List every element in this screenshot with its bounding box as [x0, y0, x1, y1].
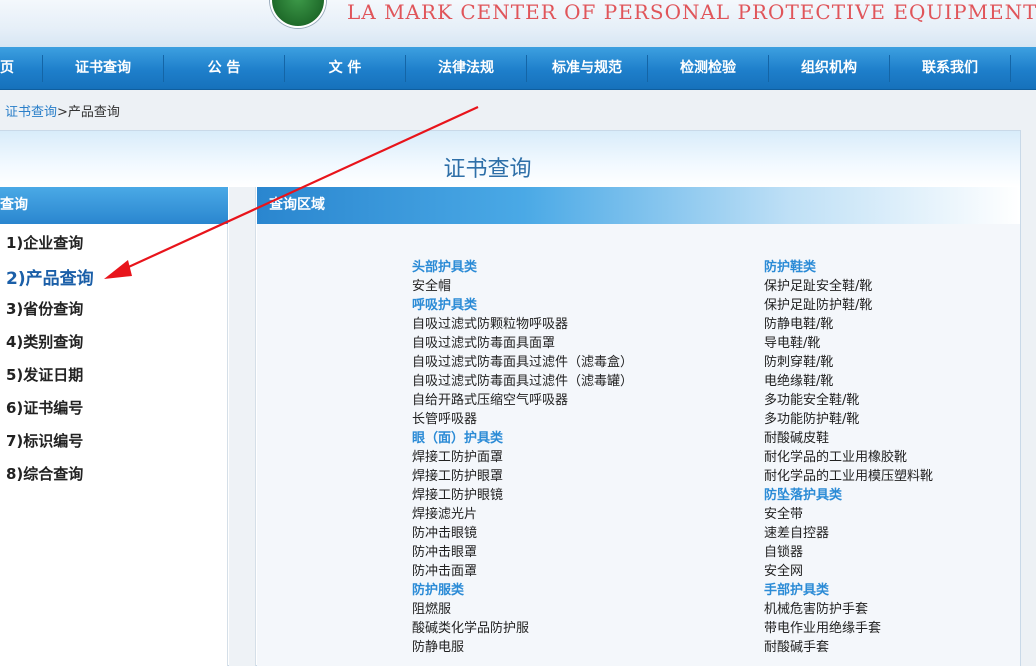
- banner-title: LA MARK CENTER OF PERSONAL PROTECTIVE EQ…: [347, 0, 1036, 24]
- product-link[interactable]: 速差自控器: [764, 524, 829, 543]
- nav-item-documents[interactable]: 文 件: [286, 47, 404, 90]
- product-link[interactable]: 阻燃服: [412, 600, 451, 619]
- product-link[interactable]: 多功能安全鞋/靴: [764, 391, 859, 410]
- nav-item-announcements[interactable]: 公 告: [165, 47, 283, 90]
- nav-separator: [163, 55, 164, 82]
- nav-separator: [284, 55, 285, 82]
- main-navbar: 页 证书查询 公 告 文 件 法律法规 标准与规范 检测检验 组织机构 联系我们: [0, 47, 1036, 90]
- nav-item-organization[interactable]: 组织机构: [770, 47, 888, 90]
- nav-item-testing[interactable]: 检测检验: [649, 47, 767, 90]
- nav-item-standards[interactable]: 标准与规范: [528, 47, 646, 90]
- product-link[interactable]: 安全网: [764, 562, 803, 581]
- shield-logo-icon: [270, 0, 326, 28]
- product-category-heading: 防坠落护具类: [764, 488, 843, 503]
- sidebar-gutter: [229, 187, 256, 666]
- product-category-heading: 防护鞋类: [764, 260, 817, 275]
- sidebar-item-province[interactable]: 3)省份查询: [6, 298, 83, 319]
- product-link[interactable]: 自吸过滤式防颗粒物呼吸器: [412, 315, 568, 334]
- product-link[interactable]: 防冲击眼镜: [412, 524, 477, 543]
- product-link[interactable]: 焊接滤光片: [412, 505, 477, 524]
- product-category-heading: 手部护具类: [764, 583, 830, 598]
- product-link[interactable]: 防冲击面罩: [412, 562, 477, 581]
- panel-header: 证书查询: [0, 131, 1020, 187]
- nav-separator: [1010, 55, 1011, 82]
- query-area: 查询区域: [257, 187, 1020, 666]
- product-link[interactable]: 焊接工防护面罩: [412, 448, 503, 467]
- sidebar-header: 查询: [0, 187, 228, 224]
- product-link[interactable]: 防刺穿鞋/靴: [764, 353, 833, 372]
- product-link[interactable]: 焊接工防护眼镜: [412, 486, 503, 505]
- product-link[interactable]: 保护足趾防护鞋/靴: [764, 296, 872, 315]
- product-link[interactable]: 导电鞋/靴: [764, 334, 820, 353]
- nav-item-certificate[interactable]: 证书查询: [44, 47, 162, 90]
- nav-separator: [647, 55, 648, 82]
- product-link[interactable]: 耐化学品的工业用模压塑料靴: [764, 467, 933, 486]
- product-category-heading: 呼吸护具类: [412, 298, 478, 313]
- product-link[interactable]: 自吸过滤式防毒面具过滤件（滤毒罐）: [412, 372, 633, 391]
- nav-item-laws[interactable]: 法律法规: [407, 47, 525, 90]
- product-link[interactable]: 安全带: [764, 505, 803, 524]
- product-category-heading: 防护服类: [412, 583, 465, 598]
- product-link[interactable]: 耐酸碱手套: [764, 638, 829, 657]
- product-link[interactable]: 防静电鞋/靴: [764, 315, 833, 334]
- query-area-body: [257, 224, 1020, 666]
- product-link[interactable]: 防冲击眼罩: [412, 543, 477, 562]
- breadcrumb: 证书查询>产品查询: [5, 101, 120, 120]
- nav-separator: [889, 55, 890, 82]
- nav-item-home[interactable]: 页: [0, 47, 22, 90]
- product-link[interactable]: 防静电服: [412, 638, 464, 657]
- sidebar-item-issue-date[interactable]: 5)发证日期: [6, 364, 83, 385]
- breadcrumb-separator: >: [57, 105, 68, 120]
- nav-separator: [42, 55, 43, 82]
- sidebar-item-certificate-number[interactable]: 6)证书编号: [6, 397, 83, 418]
- product-link[interactable]: 机械危害防护手套: [764, 600, 868, 619]
- nav-separator: [405, 55, 406, 82]
- query-sidebar: 查询 1)企业查询 2)产品查询 3)省份查询 4)类别查询 5)发证日期 6)…: [0, 187, 228, 666]
- product-category-heading: 头部护具类: [412, 260, 478, 275]
- product-link[interactable]: 带电作业用绝缘手套: [764, 619, 881, 638]
- product-link[interactable]: 多功能防护鞋/靴: [764, 410, 859, 429]
- sidebar-item-product[interactable]: 2)产品查询: [6, 264, 94, 289]
- product-link[interactable]: 酸碱类化学品防护服: [412, 619, 529, 638]
- product-link[interactable]: 电绝缘鞋/靴: [764, 372, 833, 391]
- breadcrumb-current: 产品查询: [67, 105, 120, 120]
- product-link[interactable]: 保护足趾安全鞋/靴: [764, 277, 872, 296]
- nav-separator: [526, 55, 527, 82]
- nav-item-contact[interactable]: 联系我们: [891, 47, 1009, 90]
- sidebar-item-category[interactable]: 4)类别查询: [6, 331, 83, 352]
- product-link[interactable]: 安全帽: [412, 277, 451, 296]
- sidebar-item-company[interactable]: 1)企业查询: [6, 232, 83, 253]
- page-title: 证书查询: [443, 157, 532, 182]
- product-link[interactable]: 自吸过滤式防毒面具过滤件（滤毒盒）: [412, 353, 633, 372]
- breadcrumb-link-certificate[interactable]: 证书查询: [5, 105, 57, 120]
- product-link[interactable]: 自吸过滤式防毒面具面罩: [412, 334, 555, 353]
- product-link[interactable]: 自给开路式压缩空气呼吸器: [412, 391, 568, 410]
- product-link[interactable]: 耐酸碱皮鞋: [764, 429, 829, 448]
- product-link[interactable]: 自锁器: [764, 543, 803, 562]
- site-banner: LA MARK CENTER OF PERSONAL PROTECTIVE EQ…: [0, 0, 1036, 47]
- nav-separator: [768, 55, 769, 82]
- sidebar-item-combined[interactable]: 8)综合查询: [6, 463, 83, 484]
- query-area-header: 查询区域: [257, 187, 1020, 224]
- product-link[interactable]: 焊接工防护眼罩: [412, 467, 503, 486]
- product-link[interactable]: 耐化学品的工业用橡胶靴: [764, 448, 907, 467]
- sidebar-item-mark-number[interactable]: 7)标识编号: [6, 430, 83, 451]
- page-root: LA MARK CENTER OF PERSONAL PROTECTIVE EQ…: [0, 0, 1036, 666]
- product-category-heading: 眼（面）护具类: [412, 431, 504, 446]
- product-link[interactable]: 长管呼吸器: [412, 410, 477, 429]
